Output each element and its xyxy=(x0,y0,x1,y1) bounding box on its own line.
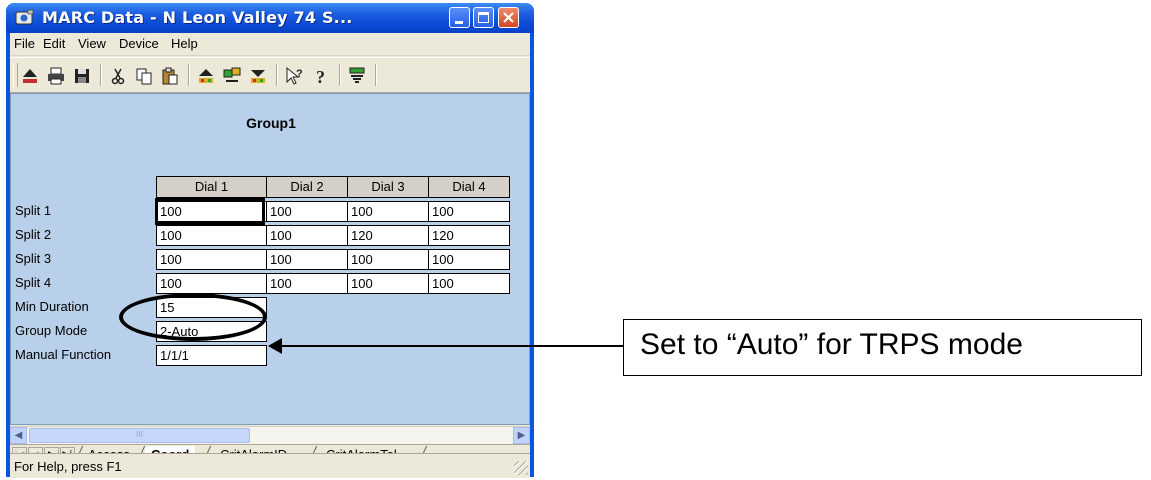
chevron-left-icon: ◀ xyxy=(14,430,23,441)
grid-cell-split-1-dial-1[interactable]: 100 xyxy=(156,201,267,222)
column-header-dial-1[interactable]: Dial 1 xyxy=(156,176,267,198)
row-label-split-3: Split 3 xyxy=(15,251,52,266)
close-button[interactable] xyxy=(498,7,519,28)
compare-icon[interactable] xyxy=(222,66,242,86)
app-window: MARC Data - N Leon Valley 74 S... File E… xyxy=(6,3,534,478)
app-icon xyxy=(15,9,34,25)
callout-arrow-line xyxy=(278,345,623,347)
window-title: MARC Data - N Leon Valley 74 S... xyxy=(42,8,353,27)
toolbar: ? ? xyxy=(10,57,530,93)
toolbar-separator xyxy=(339,64,341,86)
grid-cell-split-2-dial-3[interactable]: 120 xyxy=(347,225,429,246)
grid-cell-split-3-dial-4[interactable]: 100 xyxy=(428,249,510,270)
grid-cell-split-4-dial-1[interactable]: 100 xyxy=(156,273,267,294)
grid-cell-group-mode[interactable]: 2-Auto xyxy=(156,321,267,342)
resize-grip-icon[interactable] xyxy=(514,461,528,475)
chevron-right-icon: ▶ xyxy=(517,430,526,441)
grid-cell-split-1-dial-4[interactable]: 100 xyxy=(428,201,510,222)
column-header-dial-3[interactable]: Dial 3 xyxy=(347,176,429,198)
client-area: File Edit View Device Help ? ? Group1 Di… xyxy=(10,33,530,478)
monitor-icon[interactable] xyxy=(347,66,367,86)
grid-cell-split-1-dial-3[interactable]: 100 xyxy=(347,201,429,222)
grid-cell-split-2-dial-2[interactable]: 100 xyxy=(266,225,348,246)
context-help-icon[interactable]: ? xyxy=(284,66,304,86)
grid-cell-split-1-dial-2[interactable]: 100 xyxy=(266,201,348,222)
grid-cell-split-4-dial-4[interactable]: 100 xyxy=(428,273,510,294)
column-header-dial-4[interactable]: Dial 4 xyxy=(428,176,510,198)
grid-cell-split-2-dial-4[interactable]: 120 xyxy=(428,225,510,246)
status-bar: For Help, press F1 xyxy=(10,453,530,478)
grid-cell-split-3-dial-2[interactable]: 100 xyxy=(266,249,348,270)
scrollbar-thumb[interactable]: III xyxy=(29,428,250,443)
copy-icon[interactable] xyxy=(134,66,154,86)
close-icon xyxy=(503,12,514,23)
toolbar-separator xyxy=(100,64,102,86)
toolbar-grip[interactable] xyxy=(13,63,18,87)
menu-device[interactable]: Device xyxy=(119,36,159,51)
toolbar-separator xyxy=(375,64,377,86)
grid-cell-split-4-dial-3[interactable]: 100 xyxy=(347,273,429,294)
menu-help[interactable]: Help xyxy=(171,36,198,51)
menu-edit[interactable]: Edit xyxy=(43,36,65,51)
column-header-dial-2[interactable]: Dial 2 xyxy=(266,176,348,198)
menu-view[interactable]: View xyxy=(78,36,106,51)
grid-cell-manual-function[interactable]: 1/1/1 xyxy=(156,345,267,366)
row-label-split-1: Split 1 xyxy=(15,203,52,218)
title-bar[interactable]: MARC Data - N Leon Valley 74 S... xyxy=(6,3,534,33)
svg-text:?: ? xyxy=(296,68,303,80)
row-label-manual-function: Manual Function xyxy=(15,347,112,362)
row-label-group-mode: Group Mode xyxy=(15,323,88,338)
scroll-right-button[interactable]: ▶ xyxy=(513,427,530,444)
grid-view: Group1 Dial 1 Dial 2 Dial 3 Dial 4 Split… xyxy=(10,93,530,425)
thumb-grip: III xyxy=(135,430,144,439)
download-icon[interactable] xyxy=(248,66,268,86)
callout-text: Set to “Auto” for TRPS mode xyxy=(640,328,1023,361)
grid-cell-split-3-dial-1[interactable]: 100 xyxy=(156,249,267,270)
row-label-min-duration: Min Duration xyxy=(15,299,89,314)
print-icon[interactable] xyxy=(46,66,66,86)
arrow-left-icon xyxy=(268,338,282,354)
grid-cell-split-3-dial-3[interactable]: 100 xyxy=(347,249,429,270)
eject-icon[interactable] xyxy=(20,66,40,86)
status-text: For Help, press F1 xyxy=(14,459,122,474)
minimize-button[interactable] xyxy=(449,7,470,28)
paste-icon[interactable] xyxy=(160,66,180,86)
cut-icon[interactable] xyxy=(108,66,128,86)
callout-box: Set to “Auto” for TRPS mode xyxy=(623,319,1142,376)
row-label-split-4: Split 4 xyxy=(15,275,52,290)
scroll-left-button[interactable]: ◀ xyxy=(10,427,27,444)
upload-icon[interactable] xyxy=(196,66,216,86)
toolbar-separator xyxy=(276,64,278,86)
row-label-split-2: Split 2 xyxy=(15,227,52,242)
group-title: Group1 xyxy=(246,115,296,131)
horizontal-scrollbar[interactable]: ◀ III ▶ xyxy=(10,426,530,444)
menu-bar: File Edit View Device Help xyxy=(10,33,530,56)
grid-cell-split-2-dial-1[interactable]: 100 xyxy=(156,225,267,246)
maximize-button[interactable] xyxy=(473,7,494,28)
save-icon[interactable] xyxy=(72,66,92,86)
toolbar-separator xyxy=(188,64,190,86)
svg-text:?: ? xyxy=(316,67,325,86)
grid-cell-split-4-dial-2[interactable]: 100 xyxy=(266,273,348,294)
menu-file[interactable]: File xyxy=(14,36,35,51)
help-icon[interactable]: ? xyxy=(311,66,331,87)
grid-cell-min-duration[interactable]: 15 xyxy=(156,297,267,318)
